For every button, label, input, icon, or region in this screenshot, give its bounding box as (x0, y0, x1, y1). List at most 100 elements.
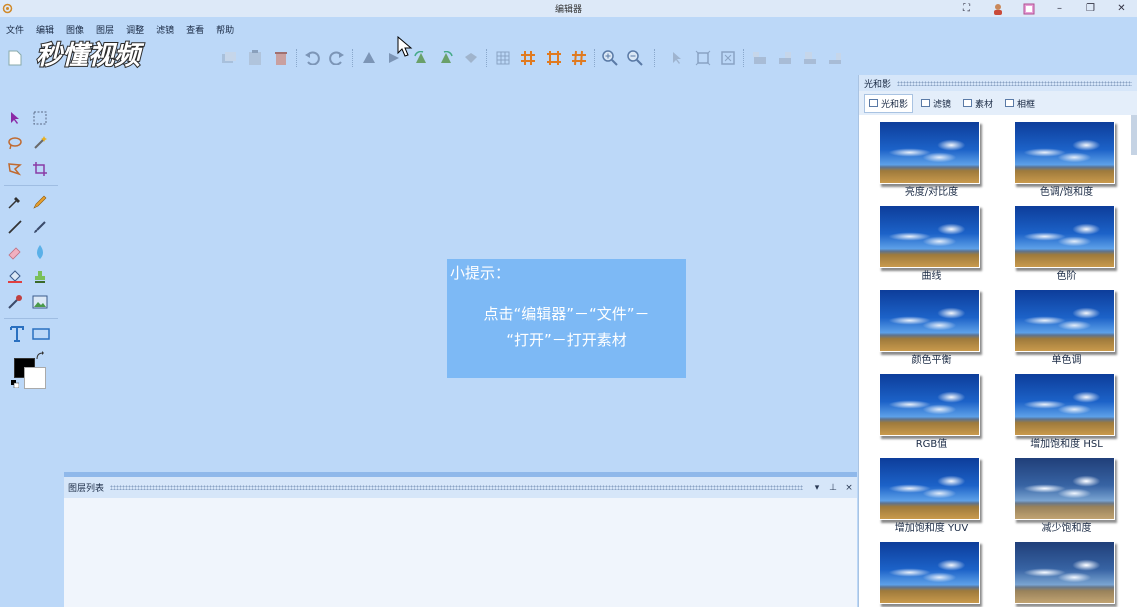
svg-text:秒懂视频: 秒懂视频 (36, 41, 145, 71)
distribute-icon[interactable] (826, 49, 844, 67)
tab-light-shadow[interactable]: 光和影 (864, 93, 914, 113)
rotate-left-icon[interactable] (412, 49, 430, 67)
blur-drop-icon[interactable] (31, 243, 49, 261)
tab-icon (869, 99, 878, 107)
panel-dropdown-icon[interactable]: ▾ (809, 483, 825, 493)
delete-icon[interactable] (272, 49, 290, 67)
crop-tool-icon[interactable] (31, 160, 49, 178)
effect-item[interactable]: 曲线 (864, 199, 984, 282)
toolbar-separator (594, 49, 595, 67)
tab-icon (1005, 99, 1015, 107)
watermark-logo: 秒懂视频 (35, 40, 146, 72)
align-middle-icon[interactable] (776, 49, 794, 67)
shape-tool-icon[interactable] (32, 325, 50, 343)
effect-item[interactable]: 色阶 (999, 199, 1119, 282)
menu-help[interactable]: 帮助 (216, 23, 234, 36)
tab-frame[interactable]: 相框 (1001, 95, 1039, 112)
flip-vertical-icon[interactable] (360, 49, 378, 67)
image-insert-icon[interactable] (31, 293, 49, 311)
drag-grip[interactable] (110, 485, 803, 490)
effect-label: 减少饱和度 (1041, 523, 1092, 534)
effect-thumbnail (879, 205, 980, 268)
eyedropper-icon[interactable] (6, 193, 24, 211)
tab-material[interactable]: 素材 (959, 95, 997, 112)
background-color-swatch[interactable] (24, 367, 46, 389)
effect-item[interactable]: RGB值 (864, 367, 984, 450)
tip-body: 点击“编辑器”－“文件”－ “打开”－打开素材 (447, 301, 686, 353)
paste-icon[interactable] (246, 49, 264, 67)
polygon-lasso-icon[interactable] (6, 160, 24, 178)
effect-thumbnail (879, 289, 980, 352)
text-tool-icon[interactable] (8, 325, 26, 343)
panel-close-icon[interactable]: × (841, 483, 857, 493)
pencil-icon[interactable] (31, 193, 49, 211)
lasso-icon[interactable] (6, 134, 24, 152)
effect-item[interactable]: 亮度/对比度 (864, 115, 984, 198)
fill-bucket-icon[interactable] (6, 268, 24, 286)
swap-colors-icon[interactable] (34, 350, 46, 362)
effect-thumbnail (879, 121, 980, 184)
effects-tabs: 光和影 滤镜 素材 相框 (859, 91, 1137, 115)
magic-wand-icon[interactable] (31, 134, 49, 152)
layer-list[interactable] (64, 498, 857, 607)
effect-item[interactable] (999, 535, 1119, 607)
effect-item[interactable]: 减少饱和度 (999, 451, 1119, 534)
hash-grid-icon[interactable] (570, 49, 588, 67)
effect-item[interactable]: 单色调 (999, 283, 1119, 366)
effect-thumbnail (1014, 121, 1115, 184)
copy-icon[interactable] (220, 49, 238, 67)
align-top-icon[interactable] (751, 49, 769, 67)
undo-icon[interactable] (303, 49, 321, 67)
transform-icon[interactable] (462, 49, 480, 67)
line-tool-icon[interactable] (6, 218, 24, 236)
menu-file[interactable]: 文件 (6, 23, 24, 36)
restore-button[interactable]: ❐ (1075, 0, 1106, 17)
tools-panel (0, 100, 60, 607)
reset-colors-icon[interactable] (10, 379, 20, 389)
tab-icon (921, 99, 931, 107)
tip-title: 小提示： (450, 264, 511, 282)
stamp-icon[interactable] (31, 268, 49, 286)
zoom-out-icon[interactable] (626, 49, 644, 67)
rect-select-icon[interactable] (31, 109, 49, 127)
effects-scrollbar[interactable] (1131, 115, 1137, 155)
fullscreen-icon[interactable]: ⛶ (951, 0, 982, 17)
crop-grid-icon[interactable] (545, 49, 563, 67)
effect-item[interactable]: 增加饱和度 YUV (864, 451, 984, 534)
grid-icon[interactable] (494, 49, 512, 67)
effects-panel-title: 光和影 (864, 79, 892, 90)
tab-filter[interactable]: 滤镜 (917, 95, 955, 112)
redo-icon[interactable] (328, 49, 346, 67)
smudge-icon[interactable] (6, 293, 24, 311)
effects-panel: 光和影 光和影 滤镜 素材 相框 亮度/对比度 色调/饱和度 曲线 色阶 颜色平… (858, 75, 1137, 607)
rotate-right-icon[interactable] (437, 49, 455, 67)
fit-window-icon[interactable] (694, 49, 712, 67)
effect-item[interactable]: 颜色平衡 (864, 283, 984, 366)
layer-panel-title: 图层列表 (68, 484, 105, 494)
skin-icon[interactable] (1013, 0, 1044, 17)
brush-icon[interactable] (31, 218, 49, 236)
panel-pin-icon[interactable]: ⊥ (825, 483, 841, 493)
minimize-button[interactable]: – (1044, 0, 1075, 17)
new-file-icon[interactable] (6, 49, 24, 67)
eraser-icon[interactable] (6, 243, 24, 261)
toolbar-separator (296, 49, 297, 67)
pointer-icon[interactable] (668, 49, 686, 67)
effect-thumbnail (879, 457, 980, 520)
effect-thumbnail (1014, 457, 1115, 520)
align-bottom-icon[interactable] (801, 49, 819, 67)
tab-label: 滤镜 (933, 99, 952, 110)
drag-grip[interactable] (897, 80, 1132, 86)
slice-grid-icon[interactable] (519, 49, 537, 67)
layer-panel-header: 图层列表 ▾ ⊥ × (64, 477, 857, 498)
zoom-in-icon[interactable] (601, 49, 619, 67)
effect-thumbnail (1014, 541, 1115, 604)
close-button[interactable]: ✕ (1106, 0, 1137, 17)
effect-item[interactable]: 增加饱和度 HSL (999, 367, 1119, 450)
tab-icon (963, 99, 973, 107)
effect-item[interactable]: 色调/饱和度 (999, 115, 1119, 198)
account-icon[interactable] (982, 0, 1013, 17)
actual-size-icon[interactable] (719, 49, 737, 67)
move-tool-icon[interactable] (6, 109, 24, 127)
effect-item[interactable] (864, 535, 984, 607)
